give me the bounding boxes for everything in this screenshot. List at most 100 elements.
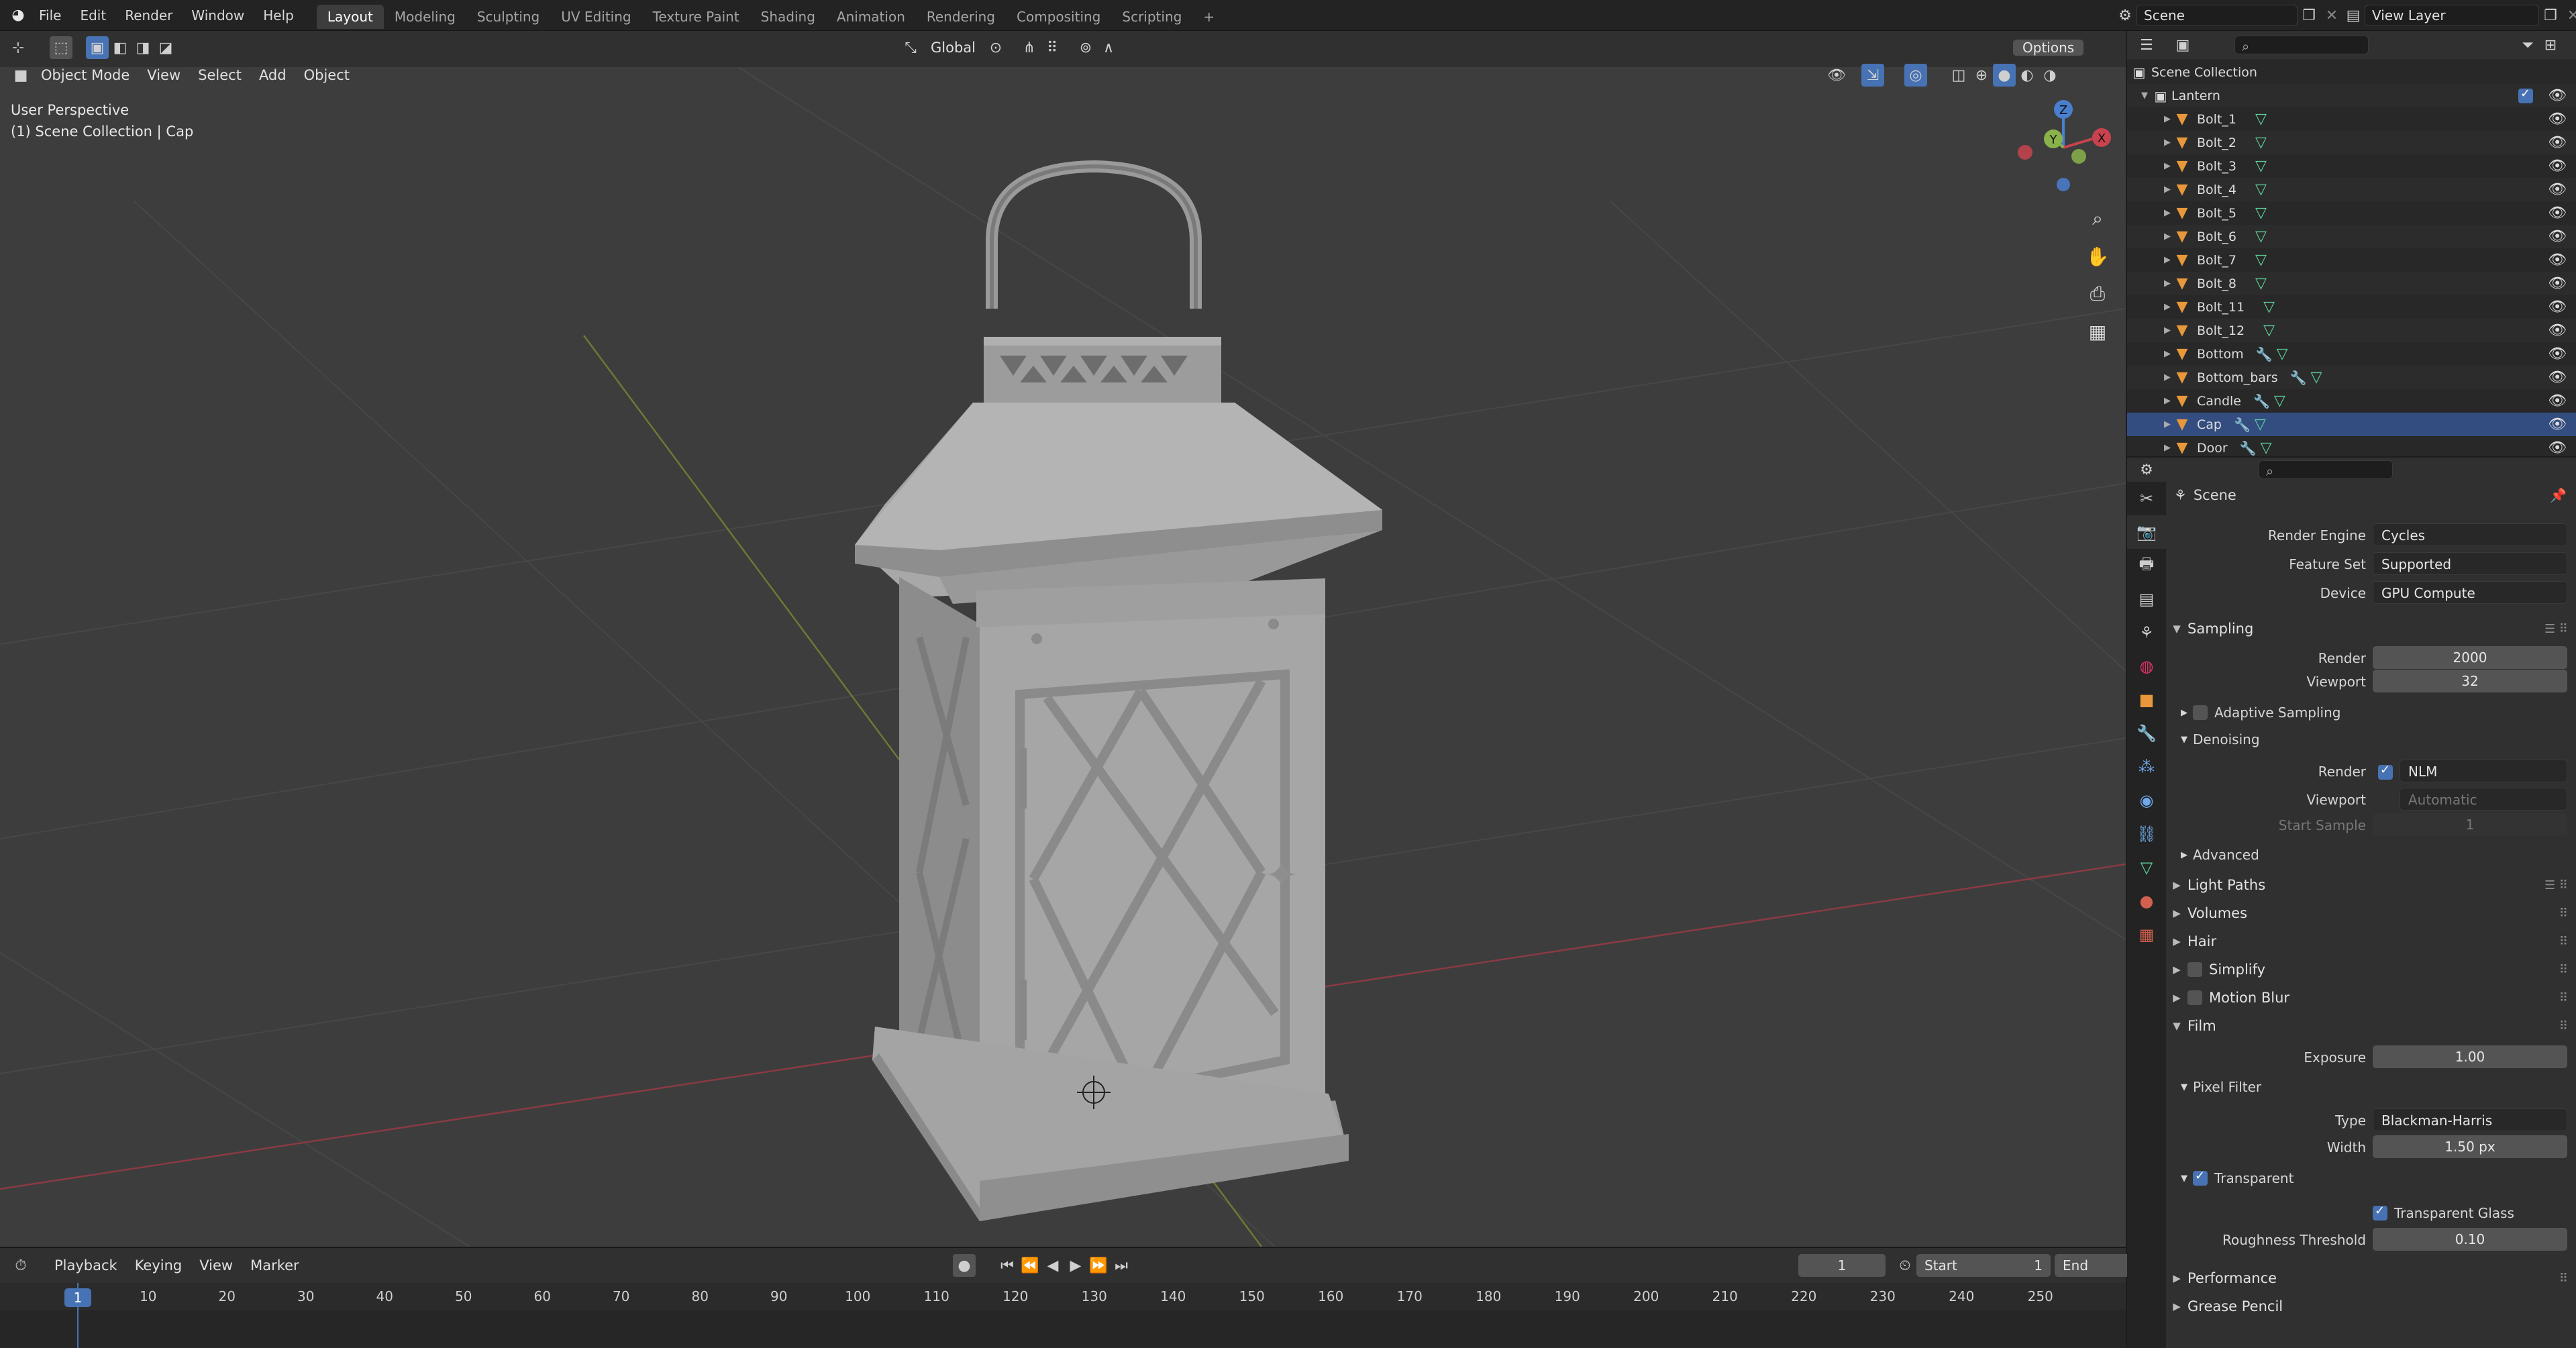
mesh-data-icon[interactable]: ▽	[2255, 228, 2267, 245]
expand-arrow-icon[interactable]: ▶	[2162, 185, 2173, 195]
expand-arrow-icon[interactable]: ▶	[2162, 138, 2173, 148]
start-frame-field[interactable]: Start 1	[1916, 1254, 2051, 1277]
select-mode-subtract-icon[interactable]: ◨	[132, 36, 154, 59]
render-engine-dropdown[interactable]: Cycles	[2373, 523, 2567, 546]
eye-icon[interactable]: 👁	[2548, 369, 2567, 386]
expand-arrow-icon[interactable]: ▶	[2162, 419, 2173, 429]
eye-icon[interactable]: 👁	[2548, 228, 2567, 245]
pan-hand-icon[interactable]: ✋	[2080, 239, 2115, 274]
simplify-checkbox[interactable]	[2187, 962, 2202, 977]
outliner-item[interactable]: ▶ ▼ Bolt_11 ▽ 👁	[2127, 295, 2576, 319]
lantern-model[interactable]: ✦	[855, 160, 1382, 1221]
denoise-render-checkbox[interactable]	[2378, 763, 2393, 780]
pivot-point-icon[interactable]: ⊙	[984, 36, 1007, 59]
outliner-item[interactable]: ▶ ▼ Bolt_7 ▽ 👁	[2127, 248, 2576, 272]
expand-arrow-icon[interactable]: ▶	[2162, 161, 2173, 171]
outliner-editor-icon[interactable]: ☰	[2135, 34, 2158, 56]
menu-keying[interactable]: Keying	[126, 1254, 191, 1277]
mesh-data-icon[interactable]: ▽	[2255, 134, 2267, 151]
view-layer-icon[interactable]: ▤	[2342, 4, 2365, 27]
motion-blur-checkbox[interactable]	[2187, 990, 2202, 1005]
clock-icon[interactable]: ⏲	[1894, 1254, 1916, 1277]
outliner-scene-collection[interactable]: ▣ Scene Collection	[2127, 60, 2576, 84]
pin-icon[interactable]: 📌	[2550, 487, 2567, 503]
constraints-tab-icon[interactable]: ⛓	[2127, 817, 2166, 851]
menu-timeline-view[interactable]: View	[191, 1254, 242, 1277]
expand-arrow-icon[interactable]: ▶	[2162, 278, 2173, 289]
eye-icon[interactable]: 👁	[2548, 205, 2567, 221]
performance-panel-header[interactable]: ▶ Performance ⠿	[2166, 1264, 2576, 1292]
eye-icon[interactable]: 👁	[2548, 322, 2567, 339]
transparent-checkbox[interactable]	[2193, 1169, 2208, 1186]
mesh-data-icon[interactable]: ▽	[2311, 369, 2322, 386]
select-mode-new-icon[interactable]: ▣	[86, 36, 109, 59]
snap-icon[interactable]: ⋔	[1018, 36, 1041, 59]
overlay-toggle-icon[interactable]: ◎	[1904, 64, 1927, 87]
eye-icon[interactable]: 👁	[2548, 134, 2567, 151]
menu-edit[interactable]: Edit	[70, 0, 115, 31]
tab-modeling[interactable]: Modeling	[384, 5, 466, 29]
jump-keyframe-forward-icon[interactable]: ⏩	[1087, 1254, 1110, 1277]
drag-handle-icon[interactable]: ⠿	[2559, 1272, 2568, 1286]
proportional-edit-icon[interactable]: ⊚	[1074, 36, 1097, 59]
outliner-item[interactable]: ▶ ▼ Bolt_8 ▽ 👁	[2127, 272, 2576, 295]
editor-type-icon[interactable]: ⊹	[7, 36, 30, 59]
scene-icon[interactable]: ⚙	[2114, 4, 2136, 27]
mesh-data-icon[interactable]: ▽	[2263, 322, 2275, 339]
expand-arrow-icon[interactable]: ▶	[2162, 302, 2173, 312]
mesh-data-icon[interactable]: ▽	[2274, 393, 2285, 409]
physics-tab-icon[interactable]: ◉	[2127, 784, 2166, 817]
mesh-data-icon[interactable]: ▽	[2255, 181, 2267, 198]
film-panel-header[interactable]: ▼ Film ⠿	[2166, 1012, 2576, 1040]
list-icon[interactable]: ☰ ⠿	[2544, 622, 2568, 636]
select-tool-icon[interactable]: ⬚	[50, 36, 72, 59]
tab-sculpting[interactable]: Sculpting	[466, 5, 550, 29]
expand-arrow-icon[interactable]: ▶	[2162, 349, 2173, 359]
zoom-icon[interactable]: ⌕	[2080, 201, 2115, 236]
tab-layout[interactable]: Layout	[316, 5, 384, 29]
outliner-item[interactable]: ▶ ▼ Bolt_12 ▽ 👁	[2127, 319, 2576, 342]
3d-viewport[interactable]: ✦ User Perspective (1) Scene Collection …	[0, 67, 2126, 1247]
expand-arrow-icon[interactable]: ▶	[2162, 443, 2173, 453]
mesh-data-icon[interactable]: ▽	[2255, 275, 2267, 292]
properties-editor-icon[interactable]: ⚙	[2135, 458, 2158, 481]
modifier-icon[interactable]: 🔧	[2256, 346, 2273, 362]
new-collection-icon[interactable]: ⊞	[2539, 34, 2562, 56]
transparent-glass-checkbox[interactable]	[2373, 1204, 2387, 1221]
simplify-panel-header[interactable]: ▶ Simplify ⠿	[2166, 955, 2576, 984]
output-tab-icon[interactable]: 🖶	[2127, 549, 2166, 582]
camera-view-icon[interactable]: ⎙	[2080, 276, 2115, 311]
expand-arrow-icon[interactable]: ▶	[2162, 231, 2173, 242]
eye-icon[interactable]: 👁	[2548, 181, 2567, 198]
snap-target-icon[interactable]: ⠿	[1041, 36, 1064, 59]
texture-tab-icon[interactable]: ▦	[2127, 918, 2166, 951]
menu-help[interactable]: Help	[254, 0, 303, 31]
light-paths-panel-header[interactable]: ▶ Light Paths ☰ ⠿	[2166, 871, 2576, 899]
outliner-search-input[interactable]: ⌕	[2234, 36, 2369, 54]
add-workspace-button[interactable]: +	[1192, 5, 1225, 29]
object-mode-dropdown[interactable]: Object Mode	[32, 64, 138, 87]
play-reverse-icon[interactable]: ◀	[1041, 1254, 1064, 1277]
eye-icon[interactable]: 👁	[2548, 87, 2567, 104]
expand-arrow-icon[interactable]: ▶	[2162, 255, 2173, 265]
eye-icon[interactable]: 👁	[2548, 158, 2567, 174]
ortho-grid-icon[interactable]: ▦	[2080, 314, 2115, 349]
drag-handle-icon[interactable]: ⠿	[2559, 906, 2568, 921]
playhead-frame[interactable]: 1	[64, 1288, 91, 1307]
menu-select[interactable]: Select	[189, 64, 250, 87]
tab-animation[interactable]: Animation	[826, 5, 916, 29]
adaptive-sampling-checkbox[interactable]	[2193, 705, 2208, 720]
menu-render[interactable]: Render	[115, 0, 182, 31]
eye-icon[interactable]: 👁	[2548, 299, 2567, 315]
outliner-item[interactable]: ▶ ▼ Bolt_2 ▽ 👁	[2127, 131, 2576, 154]
orientation-dropdown[interactable]: Global	[922, 36, 984, 59]
device-dropdown[interactable]: GPU Compute	[2373, 581, 2567, 604]
sampling-render-field[interactable]: 2000	[2373, 646, 2567, 669]
gizmo-neg-x-handle[interactable]	[2018, 145, 2032, 160]
expand-arrow-icon[interactable]: ▶	[2162, 372, 2173, 382]
outliner-item[interactable]: ▶ ▼ Bottom_bars 🔧 ▽ 👁	[2127, 366, 2576, 389]
denoise-viewport-dropdown[interactable]: Automatic	[2400, 788, 2567, 811]
expand-arrow-icon[interactable]: ▶	[2162, 208, 2173, 218]
drag-handle-icon[interactable]: ⠿	[2559, 935, 2568, 949]
expand-arrow-icon[interactable]: ▶	[2162, 325, 2173, 335]
